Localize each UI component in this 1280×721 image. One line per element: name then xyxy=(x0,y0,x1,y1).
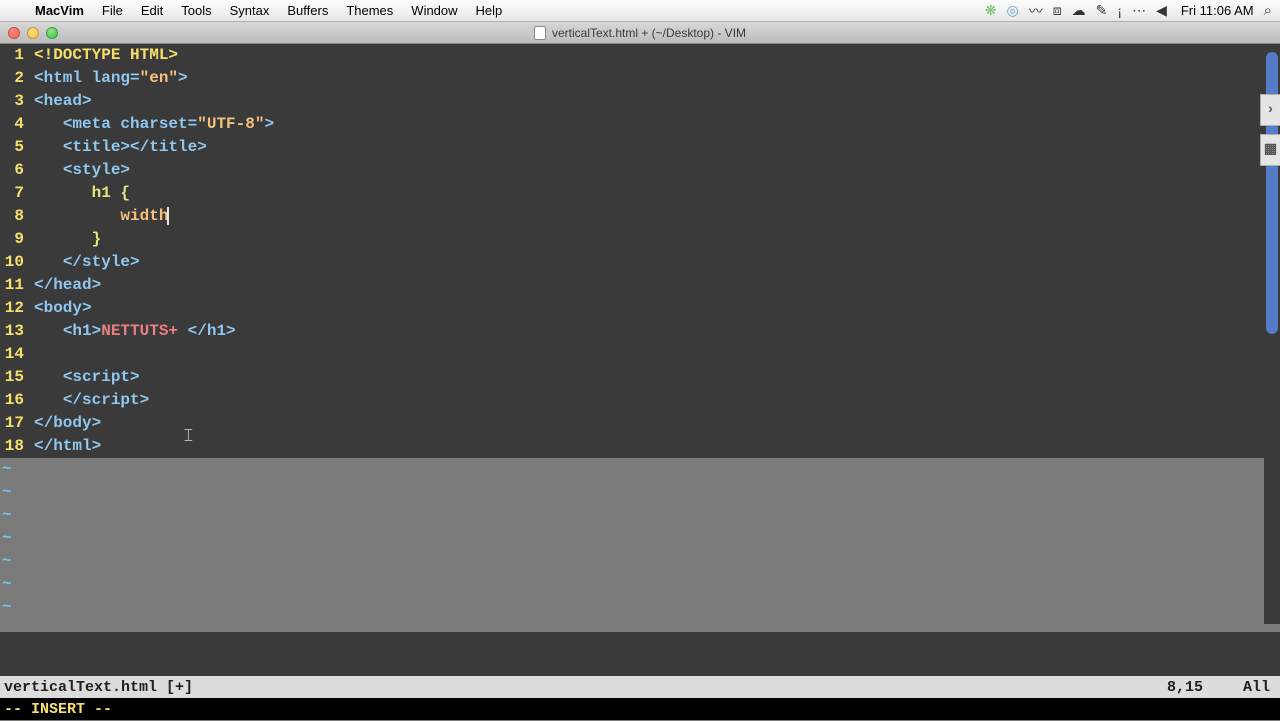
status-cursor-pos: 8,15 xyxy=(1167,676,1243,699)
vim-mode: -- INSERT -- xyxy=(4,698,112,721)
vim-mode-line: -- INSERT -- xyxy=(0,698,1280,720)
evernote-icon[interactable]: ✎ xyxy=(1096,2,1108,19)
menu-syntax[interactable]: Syntax xyxy=(221,3,279,18)
spotlight-icon[interactable]: ⌕ xyxy=(1264,2,1272,19)
menu-window[interactable]: Window xyxy=(402,3,466,18)
menubar-icon-2[interactable]: ◎ xyxy=(1007,2,1019,19)
empty-line-tildes: ~ ~ ~ ~ ~ ~ ~ xyxy=(0,458,1280,632)
window-title: verticalText.html + (~/Desktop) - VIM xyxy=(552,26,746,40)
menu-file[interactable]: File xyxy=(93,3,132,18)
side-marker-1[interactable]: › xyxy=(1260,94,1280,126)
menubar-icon-1[interactable]: ❋ xyxy=(985,2,997,19)
dropbox-icon[interactable]: ⧈ xyxy=(1053,2,1062,19)
macvim-window: verticalText.html + (~/Desktop) - VIM 1 … xyxy=(0,22,1280,720)
status-view: All xyxy=(1243,676,1270,699)
editor[interactable]: 1 2 3 4 5 6 7 8 9 10 11 12 13 14 15 16 1… xyxy=(0,44,1280,720)
menu-help[interactable]: Help xyxy=(467,3,512,18)
menubar-icon-7[interactable]: ¡ xyxy=(1117,3,1122,19)
app-name[interactable]: MacVim xyxy=(26,3,93,18)
menubar-clock[interactable]: Fri 11:06 AM xyxy=(1177,3,1254,18)
menubar-overflow-icon[interactable]: ⋯ xyxy=(1132,2,1146,19)
status-line: verticalText.html [+] 8,15 All xyxy=(0,676,1280,698)
menubar-icon-5[interactable]: ☁︎ xyxy=(1072,2,1086,19)
menu-buffers[interactable]: Buffers xyxy=(278,3,337,18)
window-titlebar[interactable]: verticalText.html + (~/Desktop) - VIM xyxy=(0,22,1280,44)
menu-tools[interactable]: Tools xyxy=(172,3,220,18)
document-icon xyxy=(534,26,546,40)
status-filename: verticalText.html [+] xyxy=(4,676,193,699)
side-marker-2[interactable]: ▦ xyxy=(1260,134,1280,166)
menubar-icon-3[interactable]: 〰 xyxy=(1029,1,1043,21)
vertical-scrollbar[interactable] xyxy=(1264,44,1280,624)
volume-icon[interactable]: ◀ xyxy=(1156,2,1167,19)
mac-menubar: MacVim File Edit Tools Syntax Buffers Th… xyxy=(0,0,1280,22)
menu-themes[interactable]: Themes xyxy=(337,3,402,18)
menu-edit[interactable]: Edit xyxy=(132,3,172,18)
